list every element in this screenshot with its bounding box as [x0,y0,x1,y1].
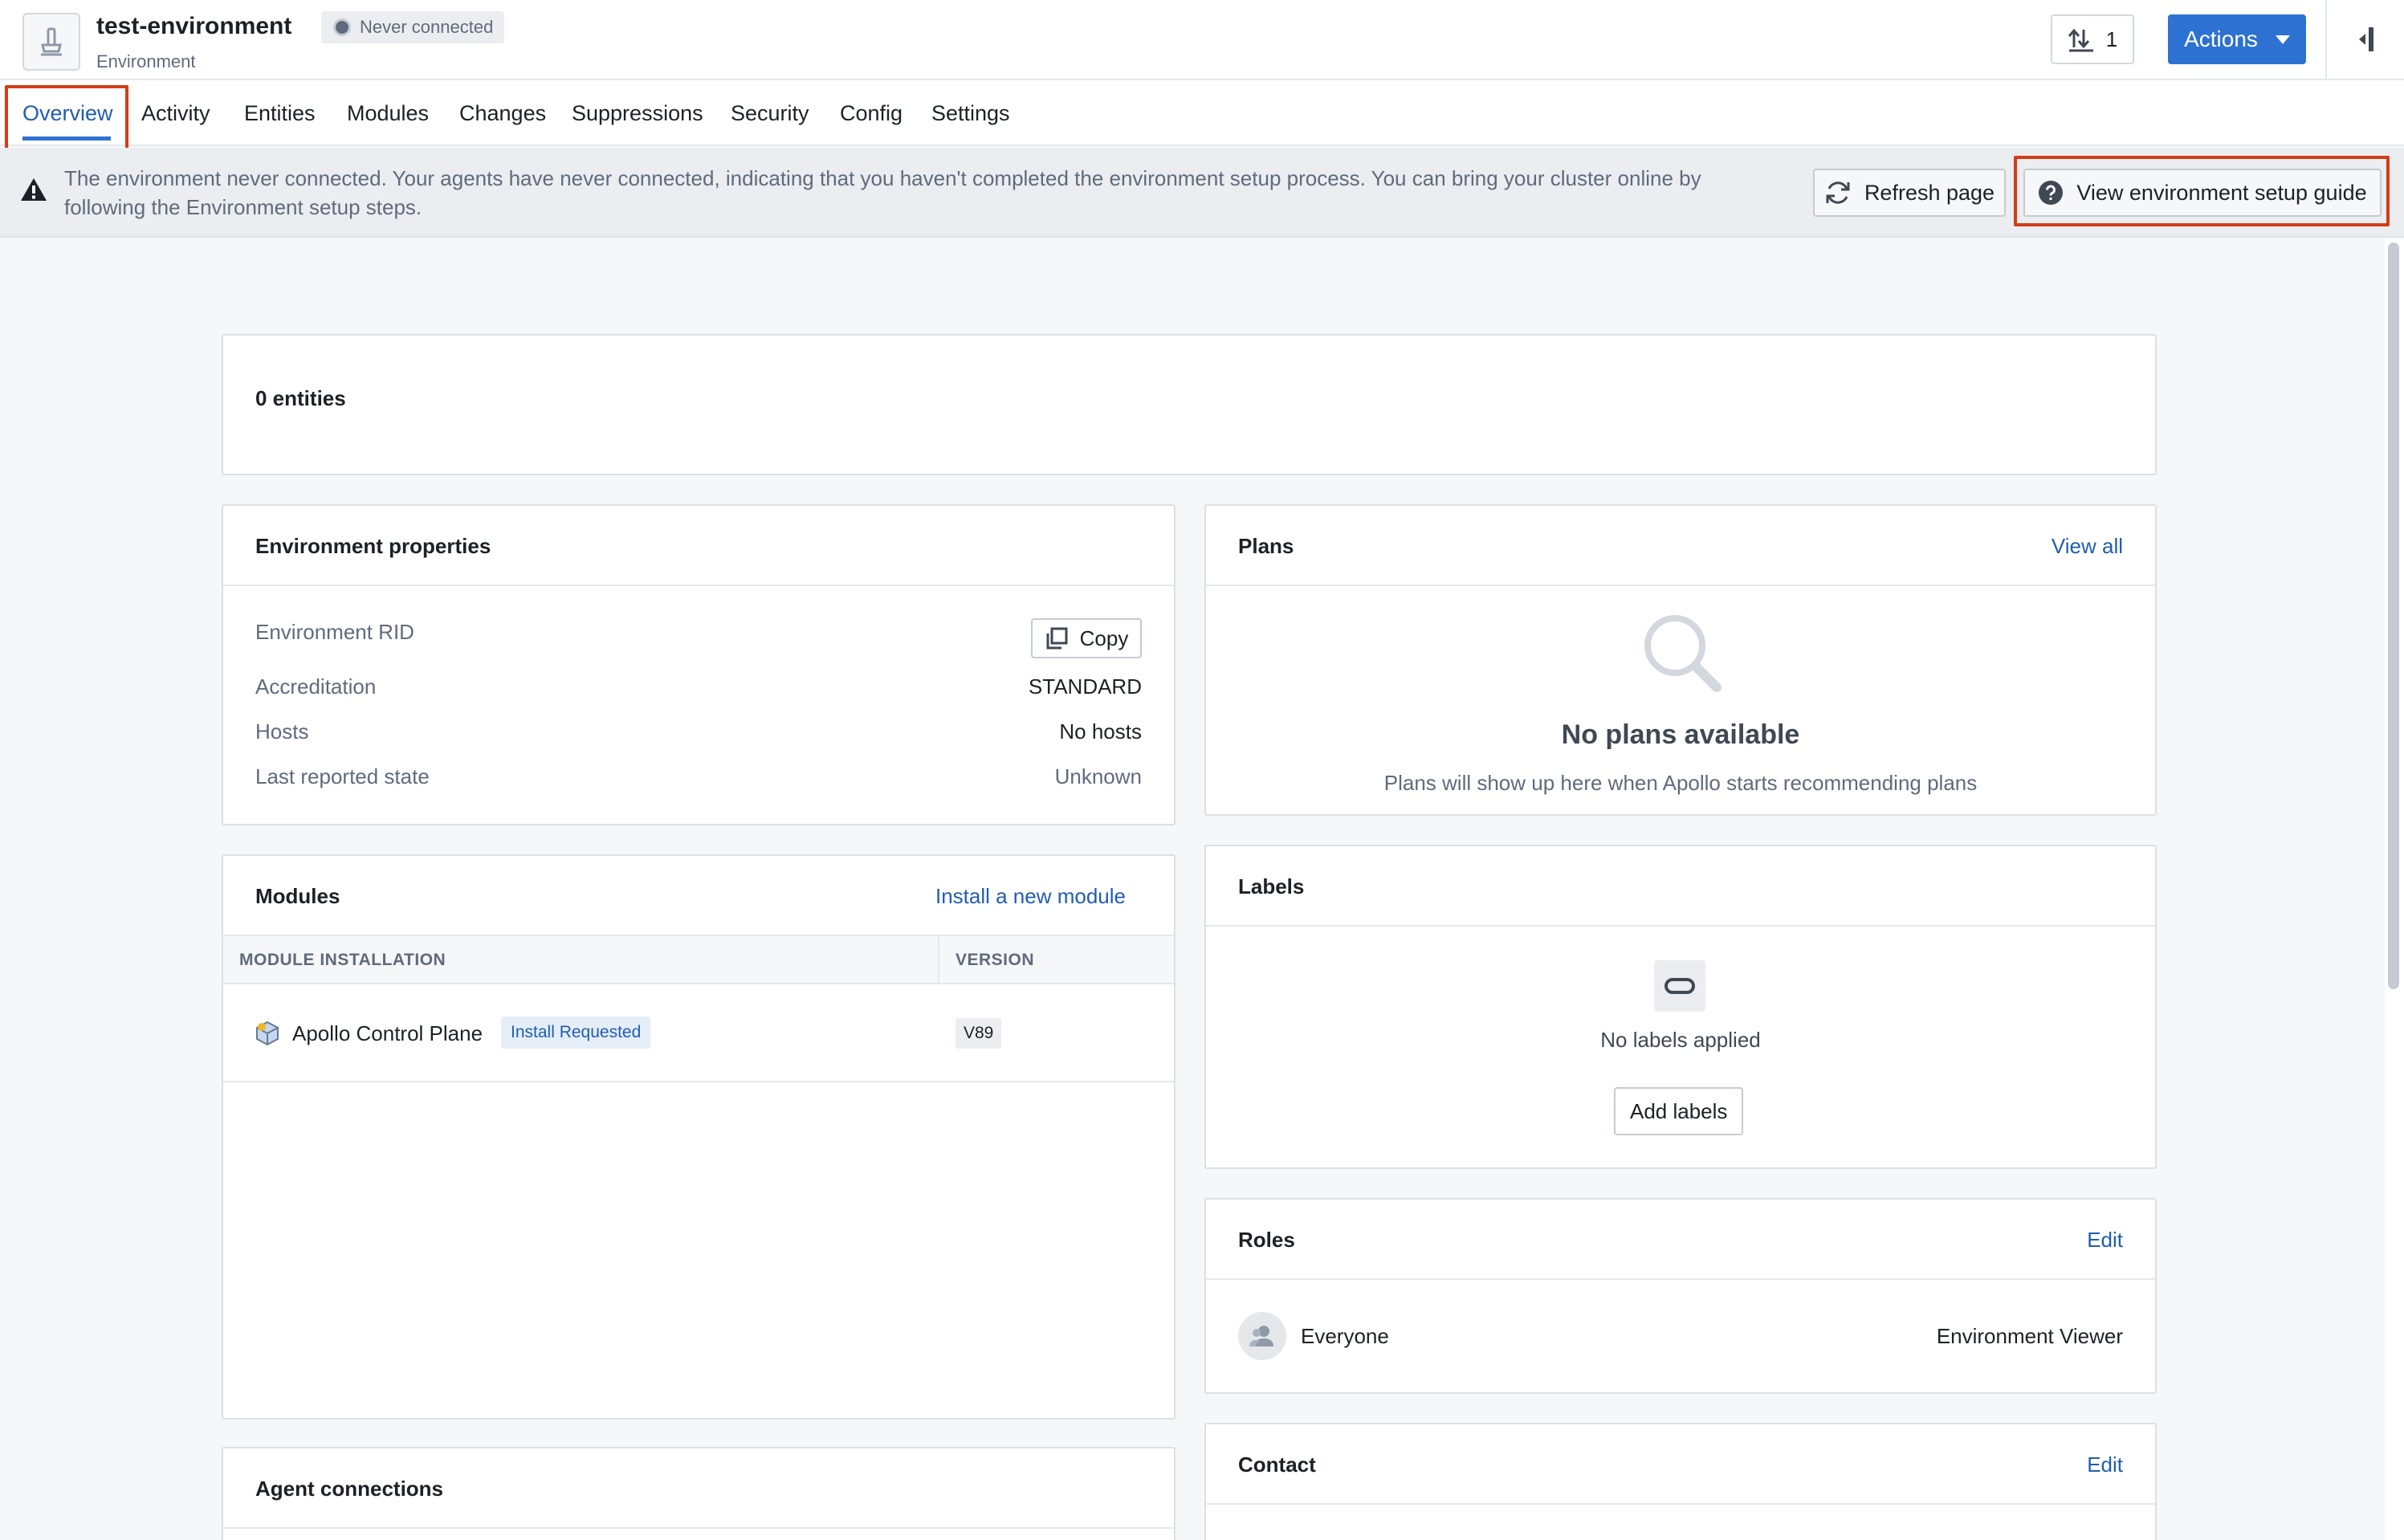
warning-icon [21,178,47,201]
entities-summary-card: 0 entities [222,334,2157,475]
copy-icon [1046,627,1068,650]
card-title: Labels [1238,874,1305,898]
property-label: Accreditation [255,674,377,699]
property-value: Unknown [1054,764,1142,788]
plans-empty-title: No plans available [1561,719,1800,750]
status-dot-icon [336,21,348,34]
card-title: Plans [1238,534,1294,558]
view-setup-guide-label: View environment setup guide [2076,180,2367,205]
card-title: Contact [1238,1452,1316,1477]
card-header: Roles Edit [1206,1200,2155,1280]
version-tag: V89 [955,1018,1002,1049]
roles-card: Roles Edit Everyone Environment Viewer [1204,1198,2157,1394]
card-header: Contact Edit [1206,1424,2155,1505]
modules-card: Modules Install a new module MODULE INST… [222,854,1176,1420]
view-all-plans-link[interactable]: View all [2052,506,2123,586]
copy-label: Copy [1079,625,1129,650]
tab-bar: Overview Activity Entities Modules Chang… [0,80,2404,146]
user-icon [1238,1312,1286,1360]
module-icon [256,1021,279,1046]
property-label: Hosts [255,719,309,744]
refresh-page-button[interactable]: Refresh page [1813,169,2006,217]
card-header: Environment properties [223,506,1174,586]
add-labels-button[interactable]: Add labels [1614,1087,1744,1135]
tab-settings[interactable]: Settings [931,80,1010,146]
card-title: Environment properties [255,534,491,558]
tab-suppressions[interactable]: Suppressions [572,80,703,146]
view-setup-guide-button[interactable]: View environment setup guide [2023,169,2382,217]
column-header-version: VERSION [955,951,1035,969]
tab-config[interactable]: Config [840,80,903,146]
pending-changes-button[interactable]: 1 [2051,14,2134,64]
environment-title: test-environment [96,13,292,39]
module-name[interactable]: Apollo Control Plane [292,984,483,1082]
card-header: Plans View all [1206,506,2155,586]
plans-empty-subtitle: Plans will show up here when Apollo star… [1383,771,1978,795]
card-header: Modules Install a new module [223,856,1174,936]
agent-connections-card: Agent connections [222,1447,1176,1540]
role-principal: Everyone [1301,1324,1389,1348]
property-label: Environment RID [255,620,414,644]
upload-icon [2068,28,2093,52]
connection-status-label: Never connected [360,17,494,37]
column-divider [938,936,939,984]
connection-status-tag: Never connected [321,11,505,43]
property-label: Last reported state [255,764,430,788]
install-module-link[interactable]: Install a new module [935,856,1126,936]
install-status-tag: Install Requested [501,1016,651,1049]
card-title: Agent connections [255,1477,444,1501]
card-header: Agent connections [223,1448,1174,1529]
entities-count: 0 entities [255,386,346,410]
modules-table-header: MODULE INSTALLATION VERSION [223,936,1174,984]
card-title: Roles [1238,1228,1295,1252]
tab-modules[interactable]: Modules [347,80,429,146]
property-value: STANDARD [1028,674,1142,699]
caret-down-icon [2275,35,2290,44]
labels-card: Labels No labels applied Add labels [1204,845,2157,1169]
tab-entities[interactable]: Entities [244,80,316,146]
scrollbar-thumb[interactable] [2388,242,2399,989]
search-icon [1644,615,1722,692]
pending-changes-count: 1 [2105,26,2118,51]
card-header: Labels [1206,846,2155,927]
plans-card: Plans View all No plans available Plans … [1204,504,2157,816]
tab-security[interactable]: Security [731,80,809,146]
actions-label: Actions [2184,26,2258,51]
tab-activity[interactable]: Activity [141,80,210,146]
property-value: No hosts [1059,719,1142,744]
copy-rid-button[interactable]: Copy [1031,618,1142,658]
setup-warning-message: The environment never connected. Your ag… [64,166,1701,219]
edit-roles-link[interactable]: Edit [2087,1200,2123,1280]
header-divider [2325,0,2327,80]
card-title: Modules [255,884,340,908]
label-icon [1654,960,1705,1012]
list-item: Everyone Environment Viewer [1206,1280,2155,1392]
edit-contact-link[interactable]: Edit [2087,1424,2123,1505]
panel-collapse-icon[interactable] [2353,26,2378,53]
environment-icon [22,13,80,71]
labels-empty-message: No labels applied [1600,1028,1761,1052]
contact-card: Contact Edit [1204,1423,2157,1540]
tab-changes[interactable]: Changes [459,80,546,146]
environment-properties-card: Environment properties Environment RID C… [222,504,1176,825]
column-header-module: MODULE INSTALLATION [239,951,446,969]
actions-button[interactable]: Actions [2168,14,2306,64]
refresh-icon [1826,181,1850,204]
table-row[interactable]: Apollo Control Plane Install Requested V… [223,984,1174,1082]
active-tab-indicator [22,136,111,141]
refresh-page-label: Refresh page [1864,180,1995,205]
environment-subtitle: Environment [96,51,196,71]
app-header: test-environment Environment Never conne… [0,0,2404,80]
help-icon [2039,181,2064,205]
role-name: Environment Viewer [1936,1324,2123,1348]
